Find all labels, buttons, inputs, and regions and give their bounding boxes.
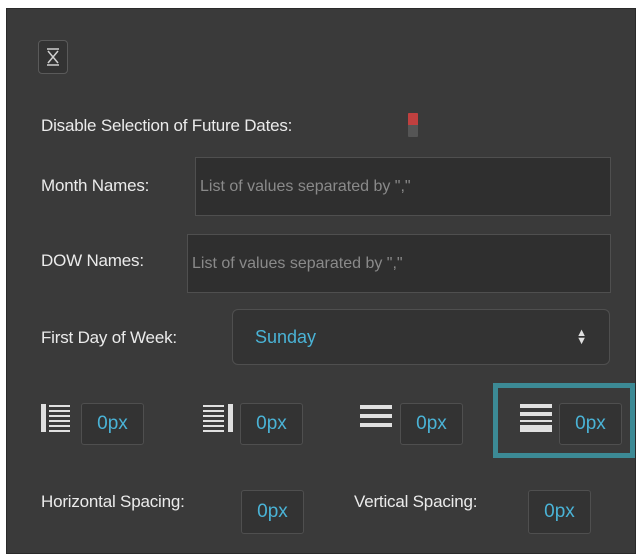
disable-future-dates-label: Disable Selection of Future Dates: [41,116,293,135]
first-day-selected-value: Sunday [255,326,317,347]
align-left-value[interactable]: 0px [81,403,144,445]
align-left-icon[interactable] [40,402,72,434]
disable-future-dates-toggle[interactable] [408,113,418,137]
vertical-spacing-label: Vertical Spacing: [354,492,478,511]
select-arrows-icon: ▲ ▼ [576,327,587,347]
align-center-value[interactable]: 0px [400,403,463,445]
align-justify-icon[interactable] [519,402,553,434]
align-right-icon[interactable] [202,402,234,434]
align-justify-value[interactable]: 0px [559,403,622,445]
first-day-of-week-label: First Day of Week: [41,328,177,347]
month-names-input[interactable]: List of values separated by "," [195,157,611,216]
horizontal-spacing-input[interactable]: 0px [241,490,304,534]
align-right-value[interactable]: 0px [240,403,303,445]
vertical-spacing-input[interactable]: 0px [528,490,591,534]
first-day-of-week-select[interactable]: Sunday ▲ ▼ [232,309,610,365]
horizontal-spacing-label: Horizontal Spacing: [41,492,185,511]
align-center-icon[interactable] [359,403,393,433]
month-names-placeholder: List of values separated by "," [200,177,411,195]
close-button[interactable] [38,40,68,74]
month-names-label: Month Names: [41,176,150,195]
close-x-icon [47,48,59,66]
dow-names-input[interactable]: List of values separated by "," [187,234,611,293]
dow-names-label: DOW Names: [41,251,144,270]
dow-names-placeholder: List of values separated by "," [192,254,403,272]
